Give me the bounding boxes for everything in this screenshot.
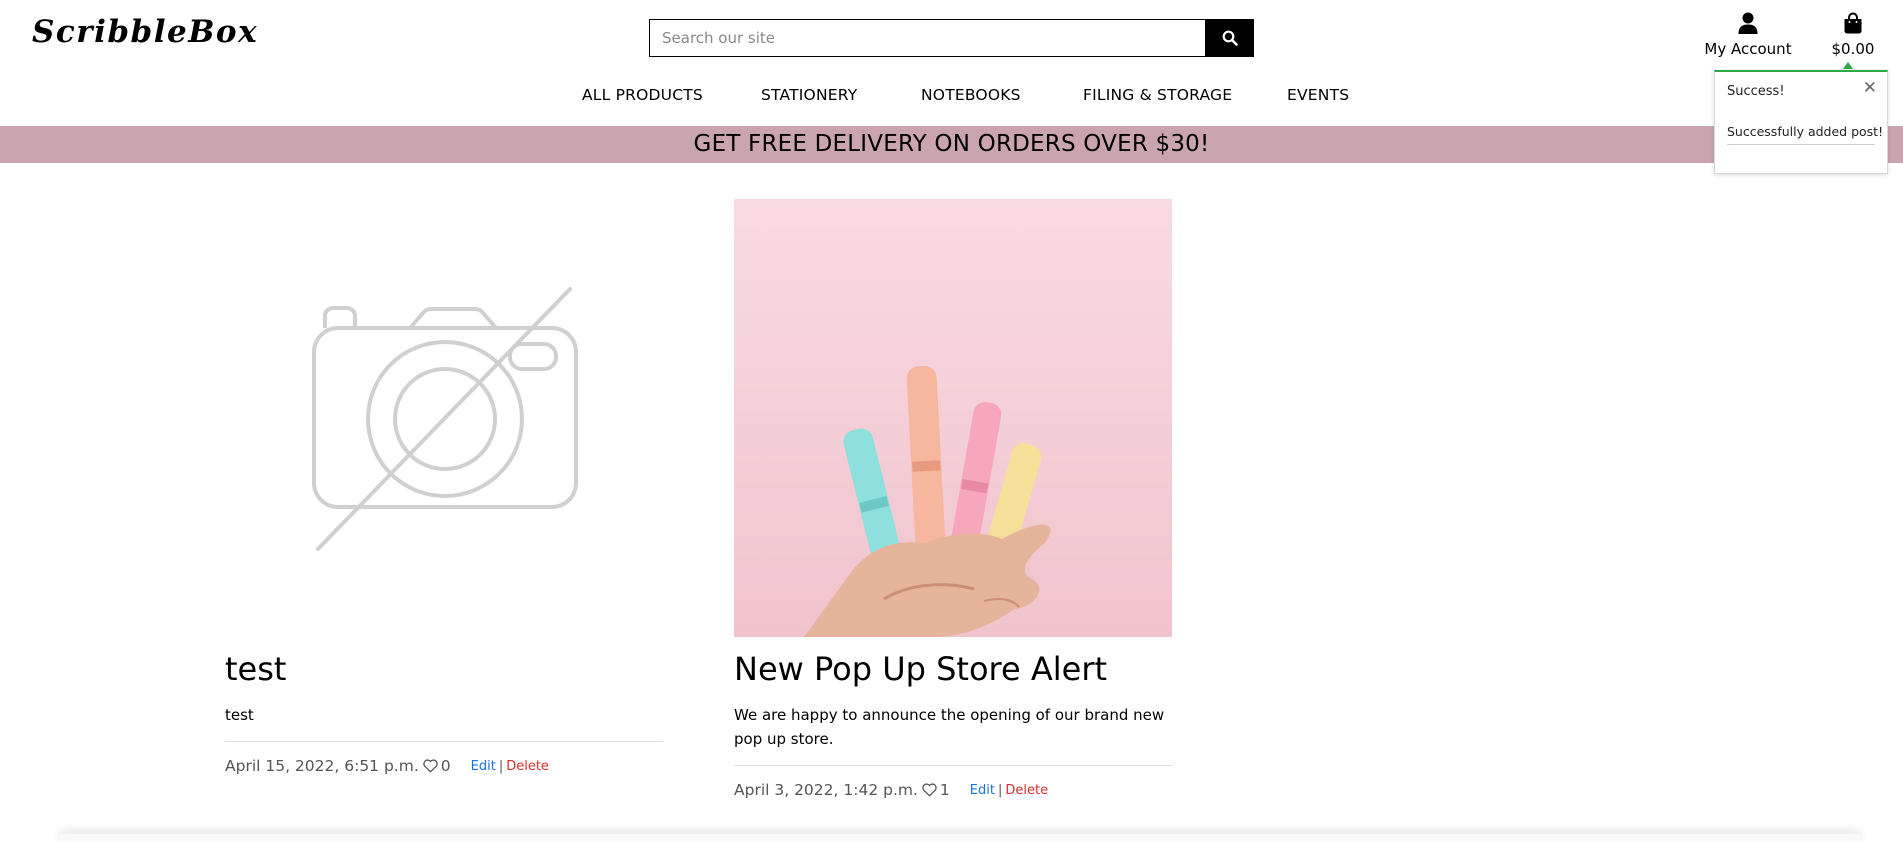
like-button[interactable]: 1 <box>922 781 950 799</box>
user-icon <box>1738 12 1758 34</box>
success-toast: Success! ✕ Successfully added post! <box>1714 70 1888 174</box>
post-body: We are happy to announce the opening of … <box>734 706 1165 748</box>
post-meta: April 15, 2022, 6:51 p.m. 0 Edit | Delete <box>225 757 663 775</box>
delete-link[interactable]: Delete <box>506 759 549 774</box>
post-date: April 3, 2022, 1:42 p.m. <box>734 781 918 799</box>
blog-post-card: New Pop Up Store Alert We are happy to a… <box>734 199 1172 799</box>
delete-link[interactable]: Delete <box>1005 783 1048 798</box>
nav-item-events[interactable]: EVENTS <box>1287 86 1349 104</box>
close-icon[interactable]: ✕ <box>1863 78 1877 98</box>
edit-link[interactable]: Edit <box>471 759 496 774</box>
toast-title: Success! <box>1727 84 1785 99</box>
search-form <box>649 19 1254 57</box>
post-title[interactable]: New Pop Up Store Alert <box>734 649 1172 689</box>
post-divider <box>225 741 663 742</box>
shopping-bag-icon <box>1844 12 1862 34</box>
main-nav: ALL PRODUCTS STATIONERY NOTEBOOKS FILING… <box>0 86 1903 110</box>
heart-icon <box>423 759 438 773</box>
like-count: 1 <box>939 781 950 799</box>
post-title[interactable]: test <box>225 649 663 689</box>
no-image-placeholder[interactable] <box>225 199 663 637</box>
nav-item-notebooks[interactable]: NOTEBOOKS <box>921 86 1021 104</box>
post-image-highlighters[interactable] <box>734 199 1172 637</box>
heart-icon <box>922 783 937 797</box>
post-body: test <box>225 706 254 724</box>
like-count: 0 <box>440 757 451 775</box>
nav-item-all-products[interactable]: ALL PRODUCTS <box>582 86 703 104</box>
my-account-label: My Account <box>1704 40 1792 58</box>
free-delivery-banner: GET FREE DELIVERY ON ORDERS OVER $30! <box>0 126 1903 163</box>
cart-total: $0.00 <box>1831 40 1875 58</box>
my-account-link[interactable]: My Account <box>1700 12 1796 58</box>
cart-link[interactable]: $0.00 <box>1825 12 1881 58</box>
nav-item-filing-storage[interactable]: FILING & STORAGE <box>1083 86 1232 104</box>
footer-edge <box>60 834 1860 842</box>
action-separator: | <box>997 782 1003 798</box>
like-button[interactable]: 0 <box>423 757 451 775</box>
toast-arrow <box>1843 62 1853 69</box>
site-logo[interactable]: ScribbleBox <box>32 14 258 50</box>
post-divider <box>734 765 1172 766</box>
post-actions: Edit | Delete <box>471 759 549 774</box>
site-header: ScribbleBox My Account $0.00 ALL PRODUCT… <box>0 0 1903 126</box>
search-button[interactable] <box>1205 19 1254 57</box>
post-actions: Edit | Delete <box>970 783 1048 798</box>
edit-link[interactable]: Edit <box>970 783 995 798</box>
post-date: April 15, 2022, 6:51 p.m. <box>225 757 419 775</box>
post-meta: April 3, 2022, 1:42 p.m. 1 Edit | Delete <box>734 781 1172 799</box>
blog-post-card: test test April 15, 2022, 6:51 p.m. 0 Ed… <box>225 199 663 775</box>
search-icon <box>1222 30 1238 46</box>
search-input[interactable] <box>649 19 1205 57</box>
toast-message: Successfully added post! <box>1727 124 1883 145</box>
nav-item-stationery[interactable]: STATIONERY <box>761 86 857 104</box>
action-separator: | <box>498 758 504 774</box>
